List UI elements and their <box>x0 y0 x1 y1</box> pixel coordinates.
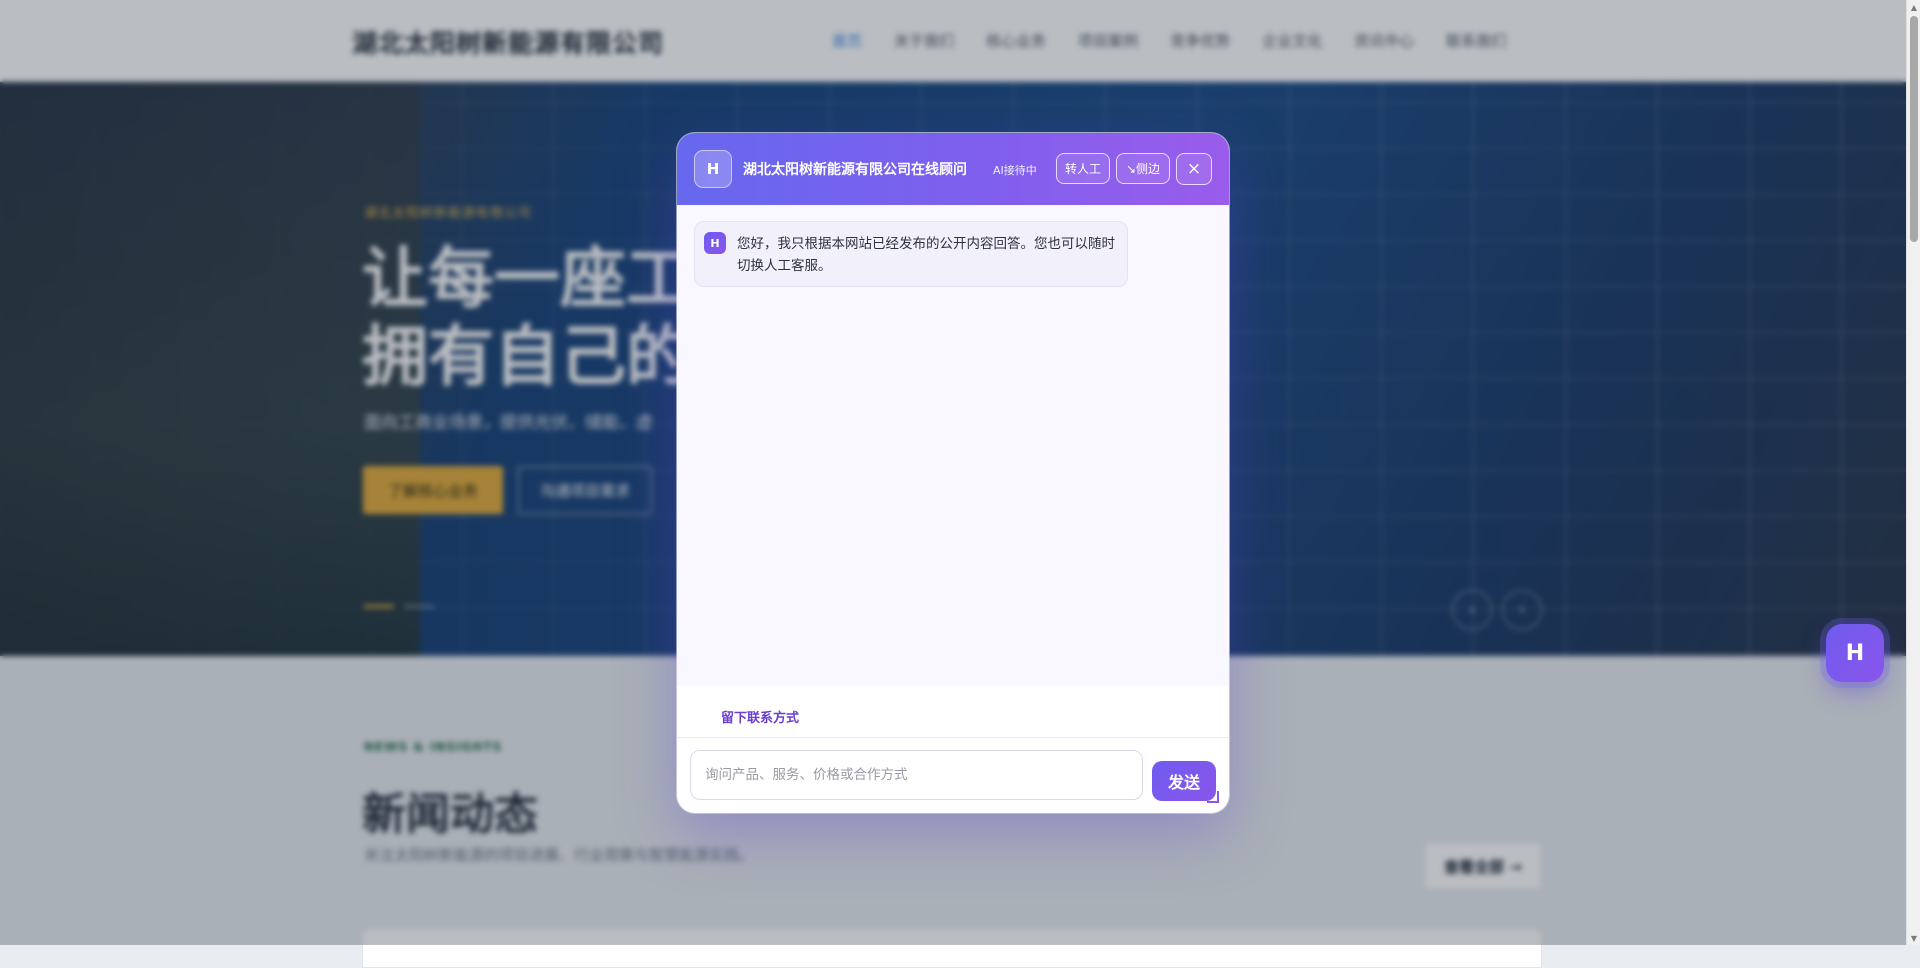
close-icon: × <box>1186 159 1202 179</box>
chat-launcher-button[interactable]: H <box>1826 624 1884 682</box>
scroll-down-arrow-icon[interactable]: ▼ <box>1907 931 1920 945</box>
chat-header: H 湖北太阳树新能源有限公司在线顾问 AI接待中 转人工 ↘侧边 × <box>677 133 1229 205</box>
chat-title: 湖北太阳树新能源有限公司在线顾问 <box>743 162 967 178</box>
chat-input[interactable] <box>690 750 1143 800</box>
chat-avatar: H <box>694 150 732 188</box>
bot-avatar: H <box>704 232 726 254</box>
scroll-up-arrow-icon[interactable]: ▲ <box>1907 0 1920 14</box>
transfer-to-human-button[interactable]: 转人工 <box>1056 153 1110 184</box>
chat-status-badge: AI接待中 <box>993 164 1037 177</box>
page-scrollbar[interactable]: ▲ ▼ <box>1906 0 1920 945</box>
chat-message-list[interactable]: H 您好，我只根据本网站已经发布的公开内容回答。您也可以随时切换人工客服。 <box>677 205 1229 686</box>
chat-divider <box>677 737 1229 738</box>
leave-contact-link[interactable]: 留下联系方式 <box>721 707 799 726</box>
chat-panel: H 湖北太阳树新能源有限公司在线顾问 AI接待中 转人工 ↘侧边 × H 您好，… <box>677 133 1229 813</box>
scroll-thumb[interactable] <box>1910 16 1918 242</box>
close-chat-button[interactable]: × <box>1176 153 1212 185</box>
chat-message-bot: H 您好，我只根据本网站已经发布的公开内容回答。您也可以随时切换人工客服。 <box>694 221 1128 287</box>
chat-message-text: 您好，我只根据本网站已经发布的公开内容回答。您也可以随时切换人工客服。 <box>737 236 1115 274</box>
resize-handle-icon[interactable] <box>1207 791 1219 803</box>
dock-to-side-button[interactable]: ↘侧边 <box>1116 153 1170 184</box>
